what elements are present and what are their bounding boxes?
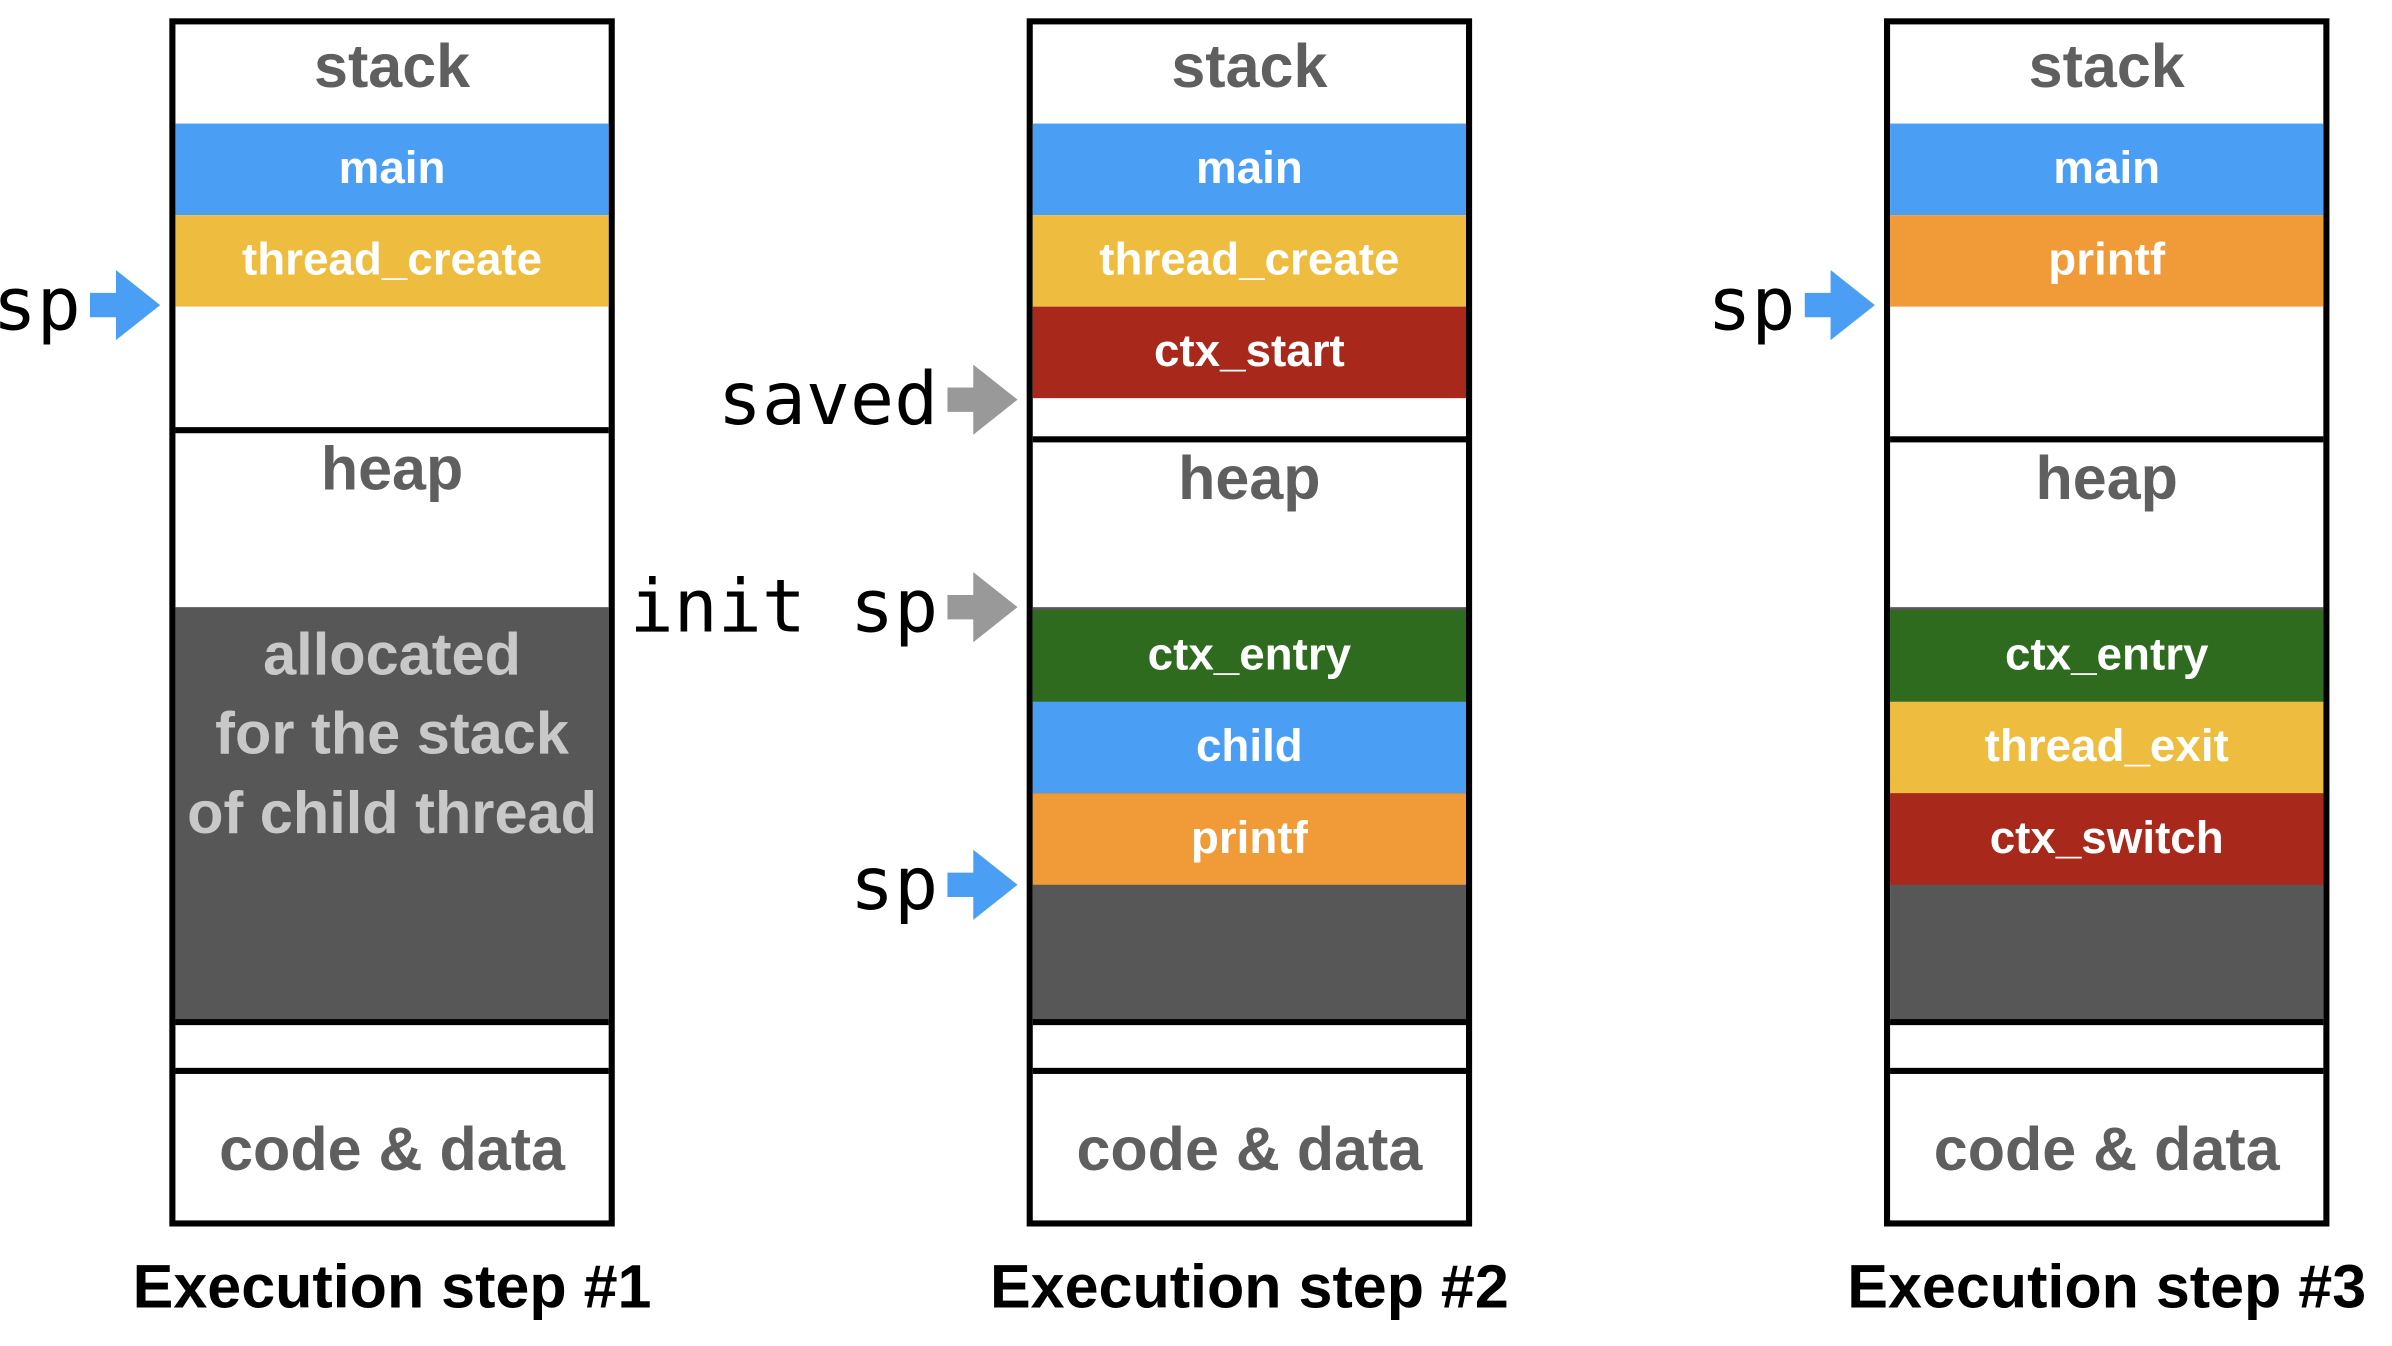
pointer-sp: sp [0, 262, 163, 348]
divider [175, 1019, 609, 1026]
heap-label: heap [1178, 445, 1321, 513]
divider [1890, 1019, 2324, 1026]
divider [1890, 436, 2324, 443]
code-data-label: code & data [1076, 1116, 1423, 1184]
child-stack-frame: ctx_switch [1890, 793, 2324, 885]
heap-label: heap [2035, 445, 2178, 513]
divider [175, 1067, 609, 1074]
step-title: Execution step #1 [132, 1253, 652, 1322]
child-stack-frame: child [1032, 701, 1467, 794]
stack-label: stack [1171, 33, 1328, 101]
heap-label: heap [320, 436, 464, 504]
divider [1032, 1067, 1467, 1074]
pointer-saved: saved [416, 357, 1020, 442]
divider [1032, 1019, 1467, 1026]
divider [1032, 436, 1467, 443]
allocated-label: for the stack [215, 701, 569, 768]
stack-label: stack [2028, 33, 2185, 101]
child-stack-frame: ctx_entry [1890, 610, 2324, 702]
step-title: Execution step #3 [1847, 1253, 2367, 1322]
memory-column: stack main thread_create ctx_start heap ctx_e… [1026, 18, 1473, 1227]
memory-column: stack main printf heap ctx_entry thread_exit c… [1883, 18, 2330, 1227]
pointer-sp: sp [416, 842, 1020, 928]
stack-frame: main [1890, 123, 2324, 216]
pointer-init-sp: init sp [416, 564, 1020, 650]
child-stack-frame: ctx_entry [1032, 610, 1467, 702]
arrow-right-icon [947, 849, 1018, 920]
stack-frame: printf [1890, 215, 2324, 307]
child-stack-frame: thread_exit [1890, 701, 2324, 794]
code-data-label: code & data [219, 1116, 565, 1184]
arrow-right-icon [947, 572, 1018, 643]
pointer-label: init sp [629, 564, 939, 650]
code-data-label: code & data [1933, 1116, 2280, 1184]
stack-frame: thread_create [175, 215, 609, 307]
child-stack-frame: printf [1032, 793, 1467, 885]
arrow-right-icon [90, 270, 161, 341]
allocated-label: of child thread [187, 781, 597, 847]
stack-frame: main [175, 123, 609, 216]
arrow-right-icon [947, 364, 1018, 435]
pointer-label: sp [850, 842, 939, 928]
pointer-label: sp [0, 262, 81, 348]
divider [1890, 1067, 2324, 1074]
memory-layout-diagram: stack main thread_create heap allocated for t… [0, 0, 2392, 1345]
pointer-sp: sp [1274, 262, 1878, 348]
pointer-label: sp [1707, 262, 1796, 348]
step-title: Execution step #2 [989, 1253, 1509, 1322]
stack-label: stack [314, 33, 471, 101]
arrow-right-icon [1804, 270, 1875, 341]
stack-frame: main [1032, 123, 1467, 216]
pointer-label: saved [717, 356, 939, 443]
